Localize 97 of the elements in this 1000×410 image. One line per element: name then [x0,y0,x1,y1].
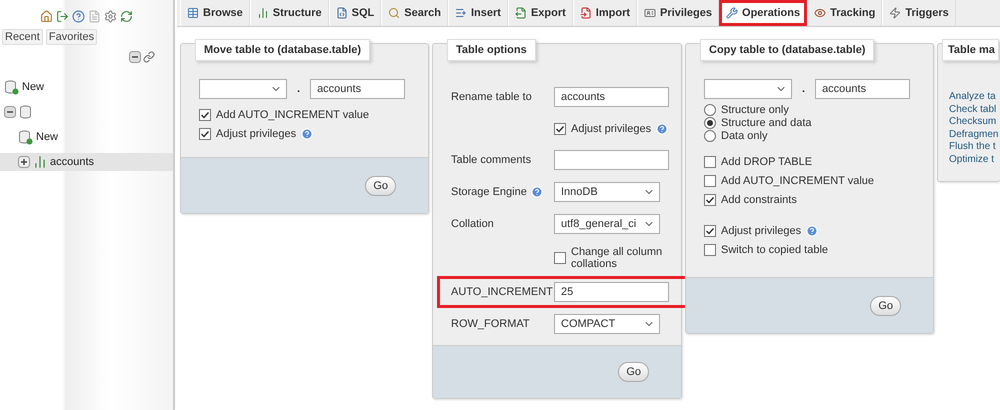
eye-icon [814,7,826,19]
tab[interactable]: Triggers [882,0,956,26]
radio-button[interactable] [704,130,716,142]
table-icon [187,7,199,19]
tab[interactable]: Structure [250,0,329,26]
radio-button[interactable] [704,116,716,128]
separator: . [296,83,302,95]
checkbox[interactable] [704,224,716,236]
radio-label: Structure only [721,104,789,116]
field-label: Storage Engine [451,186,527,198]
database-icon [19,104,34,120]
id-card-icon [644,7,656,19]
radio-label: Structure and data [721,116,812,128]
tree-label: New [36,131,58,143]
text-field[interactable]: accounts [554,87,669,107]
radio-label: Data only [721,130,768,142]
panel-title: Copy table to (database.table) [700,39,874,61]
tab[interactable]: Insert [448,0,508,26]
go-button[interactable]: Go [870,296,901,316]
tree-row[interactable]: accounts [0,153,173,171]
radio-button[interactable] [704,104,716,116]
search-icon [388,7,400,19]
field-label: ROW_FORMAT [451,318,530,330]
select-field[interactable]: COMPACT [554,314,660,334]
table-structure-icon [33,155,47,169]
collapse-icon[interactable] [4,106,16,118]
lightning-icon [889,7,902,19]
checkbox-label: Change all column collations [571,246,664,270]
field-label: Table comments [451,154,532,166]
checkbox[interactable] [199,108,211,120]
tab[interactable]: Tracking [807,0,882,26]
checkbox[interactable] [704,156,716,168]
tab[interactable]: Import [572,0,638,26]
tab[interactable]: Operations [719,0,808,26]
tab[interactable]: Export [508,0,573,26]
field-label: Collation [451,218,494,230]
database-select[interactable] [704,79,792,99]
sidebar-tab[interactable]: Recent [2,29,43,45]
tree-label: accounts [50,156,94,168]
panel-title: Table ma [942,39,999,61]
go-button[interactable]: Go [618,362,649,382]
file-code-icon [336,7,348,19]
checkbox[interactable] [554,252,566,264]
file-in-icon [580,7,592,19]
maintenance-link[interactable]: Optimize t [949,154,1000,166]
maintenance-link[interactable]: Analyze ta [949,91,1000,104]
tab[interactable]: Browse [180,0,250,26]
checkbox-label: Add AUTO_INCREMENT value [721,174,874,186]
settings-icon[interactable] [104,10,117,23]
field-label: Rename table to [451,91,533,103]
exit-icon[interactable] [56,10,69,23]
text-field[interactable]: 25 [554,282,669,302]
text-field[interactable] [554,150,669,170]
panel-title: Table options [447,39,536,61]
checkbox-label: Add DROP TABLE [721,156,812,168]
maintenance-link[interactable]: Check tabl [949,104,1000,116]
list-plus-icon [454,7,467,19]
checkbox[interactable] [704,174,716,186]
separator: . [801,83,806,95]
checkbox-label: Adjust privileges [571,122,652,134]
checkbox-label: Adjust privileges [216,128,296,140]
file-out-icon [514,7,527,19]
home-icon[interactable] [40,10,53,23]
wrench-icon [726,7,738,19]
checkbox-label: Add constraints [721,194,797,206]
link-icon[interactable] [143,51,155,63]
tree-label: New [22,81,44,93]
checkbox[interactable] [199,128,211,140]
help-icon[interactable] [72,10,85,23]
select-field[interactable]: utf8_general_ci [554,214,660,234]
chart-icon [256,7,269,19]
table-name-field[interactable]: accounts [815,79,910,99]
maintenance-link[interactable]: Defragmen [949,128,1000,141]
tab[interactable]: SQL [328,0,382,26]
checkbox-label: Switch to copied table [721,244,828,256]
new-database-icon [4,80,19,94]
select-field[interactable]: InnoDB [554,182,660,202]
maintenance-link[interactable]: Flush the t [949,141,1000,154]
checkbox[interactable] [704,244,716,256]
tree-row[interactable]: New [0,128,173,146]
panel-title: Move table to (database.table) [195,39,370,61]
tab[interactable]: Search [381,0,448,26]
field-label: AUTO_INCREMENT [451,286,554,298]
table-name-field[interactable]: accounts [310,79,406,99]
database-select[interactable] [199,79,287,99]
new-database-icon [18,130,33,144]
tree-row[interactable]: New [0,78,173,96]
go-button[interactable]: Go [365,176,396,196]
checkbox-label: Adjust privileges [721,224,802,236]
maintenance-link[interactable]: Checksum [949,116,1000,128]
collapse-all-icon[interactable] [129,51,141,63]
reload-icon[interactable] [120,10,133,23]
sidebar-tab[interactable]: Favorites [46,29,98,45]
checkbox-label: Add AUTO_INCREMENT value [216,108,370,120]
checkbox[interactable] [704,194,716,206]
expand-icon[interactable] [18,156,30,168]
checkbox[interactable] [554,122,566,134]
